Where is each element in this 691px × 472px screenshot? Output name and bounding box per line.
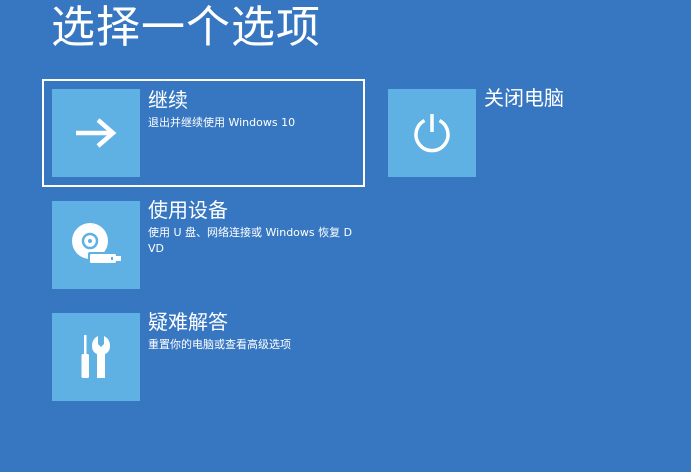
troubleshoot-tile[interactable] — [52, 313, 140, 401]
use-device-title: 使用设备 — [148, 198, 228, 222]
troubleshoot-title: 疑难解答 — [148, 310, 228, 334]
troubleshoot-description: 重置你的电脑或查看高级选项 — [148, 338, 291, 351]
shutdown-title: 关闭电脑 — [484, 86, 564, 110]
continue-tile[interactable] — [52, 89, 140, 177]
disc-drive-icon — [72, 223, 121, 265]
use-device-description: 使用 U 盘、网络连接或 Windows 恢复 DVD — [148, 226, 353, 255]
use-device-tile[interactable] — [52, 201, 140, 289]
tools-icon — [81, 335, 110, 378]
use-device-option[interactable]: 使用设备 使用 U 盘、网络连接或 Windows 恢复 DVD — [52, 198, 362, 289]
troubleshoot-option[interactable]: 疑难解答 重置你的电脑或查看高级选项 — [52, 310, 362, 401]
continue-description: 退出并继续使用 Windows 10 — [148, 116, 296, 129]
continue-title: 继续 — [148, 88, 188, 112]
page-title: 选择一个选项 — [51, 2, 321, 53]
shutdown-tile[interactable] — [388, 89, 476, 177]
power-icon — [414, 114, 450, 153]
arrow-right-icon — [76, 118, 117, 148]
shutdown-option[interactable]: 关闭电脑 — [388, 86, 628, 177]
continue-option[interactable]: 继续 退出并继续使用 Windows 10 — [42, 79, 365, 187]
